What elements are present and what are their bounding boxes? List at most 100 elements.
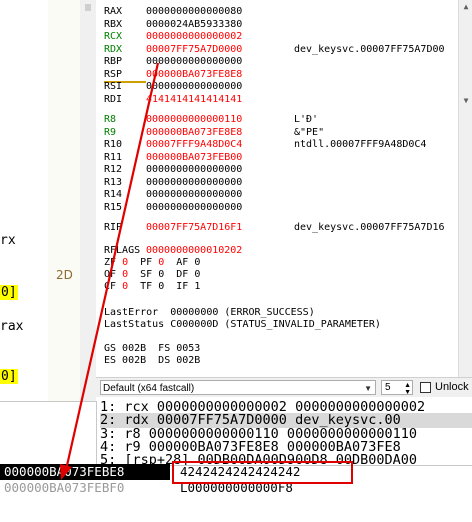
register-value[interactable]: 0000024AB5933380	[146, 19, 242, 31]
unlock-checkbox[interactable]	[420, 382, 431, 393]
pane-splitter[interactable]	[80, 0, 97, 401]
register-row-rip[interactable]: RIP 00007FF75A7D16F1 dev_keysvc.00007FF75A…	[104, 222, 458, 234]
register-name: R10	[104, 139, 123, 150]
flag-name: PF	[140, 257, 159, 268]
flag-name: CF	[104, 281, 123, 292]
disasm-fragment-4: 0]	[0, 369, 18, 384]
last-error-line: LastError 00000000 (ERROR_SUCCESS)	[104, 307, 315, 318]
register-row-rcx[interactable]: RCX 0000000000000002	[104, 31, 458, 43]
flag-value[interactable]: 0	[158, 269, 164, 280]
flag-name: IF	[176, 281, 195, 292]
register-name: RCX	[104, 31, 123, 42]
stack-address-selected[interactable]: 000000BA073FEBE8	[0, 464, 170, 480]
flag-value[interactable]: 0	[158, 257, 164, 268]
flags-row[interactable]: ZF 0 PF 0 AF 0	[104, 257, 200, 269]
register-row-rbx[interactable]: RBX 0000024AB5933380	[104, 19, 458, 31]
register-info: ntdll.00007FFF9A48D0C4	[294, 139, 427, 150]
address-badge: 2D	[56, 268, 73, 282]
flag-name: ZF	[104, 257, 123, 268]
register-row-rsi[interactable]: RSI 0000000000000000	[104, 81, 458, 93]
register-row-rdx[interactable]: RDX 00007FF75A7D0000 dev_keysvc.00007FF75A…	[104, 44, 458, 56]
register-value[interactable]: 0000000000000002	[146, 31, 242, 43]
flag-value[interactable]: 0	[122, 269, 128, 280]
register-row-rbp[interactable]: RBP 0000000000000000	[104, 56, 458, 68]
stack-address-next[interactable]: 000000BA073FEBF0	[0, 480, 170, 496]
register-value[interactable]: 0000000000010202	[146, 245, 242, 257]
flag-value[interactable]: 0	[122, 281, 128, 292]
register-name: RBX	[104, 18, 123, 30]
flag-name: AF	[176, 257, 195, 268]
segment-line-1: GS 002B FS 0053	[104, 343, 201, 354]
register-row-r15[interactable]: R15 0000000000000000	[104, 202, 458, 214]
scroll-down-arrow-icon[interactable]: ▼	[462, 96, 470, 105]
register-name: RFLAGS	[104, 245, 141, 256]
chevron-down-icon: ▼	[364, 384, 372, 393]
register-value[interactable]: 0000000000000000	[146, 56, 242, 68]
register-name: RDI	[104, 93, 123, 105]
dump-pane-fragment[interactable]	[0, 401, 97, 466]
flag-value[interactable]: 0	[122, 257, 128, 268]
highlight-annotation-box	[172, 461, 353, 484]
register-row-rdi[interactable]: RDI 4141414141414141	[104, 94, 458, 106]
register-info: &"PE"	[294, 126, 325, 138]
register-row-rflags[interactable]: RFLAGS 0000000000010202	[104, 245, 458, 257]
disassembly-pane-fragment[interactable]: rx 0] rax 0]	[0, 0, 49, 401]
register-info: dev_keysvc.00007FF75A7D00	[294, 43, 445, 55]
flag-name: OF	[104, 269, 123, 280]
register-row-r12[interactable]: R12 0000000000000000	[104, 164, 458, 176]
register-name: RBP	[104, 56, 123, 67]
arguments-list[interactable]: 1: rcx 0000000000000002 0000000000000002…	[96, 397, 472, 465]
flags-row[interactable]: CF 0 TF 0 IF 1	[104, 281, 200, 293]
flag-name: SF	[140, 269, 159, 280]
calling-convention-select[interactable]: Default (x64 fastcall) ▼	[100, 380, 376, 395]
calling-convention-value: Default (x64 fastcall)	[103, 383, 195, 394]
disasm-fragment-2: 0]	[0, 285, 18, 300]
register-info: dev_keysvc.00007FF75A7D16	[294, 222, 445, 233]
register-value[interactable]: 0000000000000110	[146, 114, 242, 126]
register-row-rax[interactable]: RAX 0000000000000080	[104, 6, 458, 18]
register-value[interactable]: 0000000000000080	[146, 6, 242, 18]
register-name: RAX	[104, 6, 123, 17]
register-row-rsp[interactable]: RSP 000000BA073FE8E8	[104, 69, 458, 83]
scroll-up-arrow-icon[interactable]: ▲	[462, 2, 470, 11]
register-value[interactable]: 0000000000000000	[146, 202, 242, 214]
register-name: R8	[104, 114, 117, 125]
register-value[interactable]: 0000000000000000	[146, 164, 242, 176]
disasm-fragment-1: rx	[0, 233, 16, 248]
register-value[interactable]: 0000000000000000	[146, 81, 242, 93]
register-name: RDX	[104, 43, 123, 55]
register-value[interactable]: 000000BA073FE8E8	[146, 69, 242, 81]
register-name: RSI	[104, 81, 123, 92]
flag-value[interactable]: 0	[158, 281, 164, 292]
last-status-line: LastStatus C000000D (STATUS_INVALID_PARA…	[104, 319, 381, 330]
registers-pane[interactable]: RAX 0000000000000080 RBX 0000024AB5933380 RC…	[96, 0, 458, 380]
register-value[interactable]: 00007FFF9A48D0C4	[146, 139, 242, 151]
registers-scrollbar[interactable]: ▲ ▼	[458, 0, 472, 380]
register-name: R9	[104, 126, 117, 138]
register-value[interactable]: 4141414141414141	[146, 94, 242, 106]
register-row-r14[interactable]: R14 0000000000000000	[104, 189, 458, 201]
register-name: R11	[104, 151, 123, 163]
argument-count-value: 5	[385, 382, 391, 393]
register-name: R14	[104, 189, 123, 200]
flag-value[interactable]: 1	[194, 281, 200, 292]
flags-row[interactable]: OF 0 SF 0 DF 0	[104, 269, 200, 281]
register-value[interactable]: 00007FF75A7D16F1	[146, 222, 242, 234]
register-value[interactable]: 000000BA073FE8E8	[146, 127, 242, 139]
disasm-fragment-3: rax	[0, 319, 24, 334]
register-name: R12	[104, 164, 123, 175]
register-value[interactable]: 00007FF75A7D0000	[146, 44, 242, 56]
argument-count-spinner[interactable]: 5 ▲ ▼	[381, 380, 413, 396]
splitter-grip-icon	[85, 4, 91, 11]
register-row-r8[interactable]: R8 0000000000000110 L'Ð'	[104, 114, 458, 126]
register-row-r11[interactable]: R11 000000BA073FEB00	[104, 152, 458, 164]
flag-value[interactable]: 0	[194, 257, 200, 268]
register-value[interactable]: 0000000000000000	[146, 177, 242, 189]
register-value[interactable]: 0000000000000000	[146, 189, 242, 201]
flag-value[interactable]: 0	[194, 269, 200, 280]
register-row-r9[interactable]: R9 000000BA073FE8E8 &"PE"	[104, 127, 458, 139]
jump-arrow-column: 2D	[48, 0, 81, 401]
register-row-r13[interactable]: R13 0000000000000000	[104, 177, 458, 189]
register-value[interactable]: 000000BA073FEB00	[146, 152, 242, 164]
register-row-r10[interactable]: R10 00007FFF9A48D0C4 ntdll.00007FFF9A48D0C…	[104, 139, 458, 151]
